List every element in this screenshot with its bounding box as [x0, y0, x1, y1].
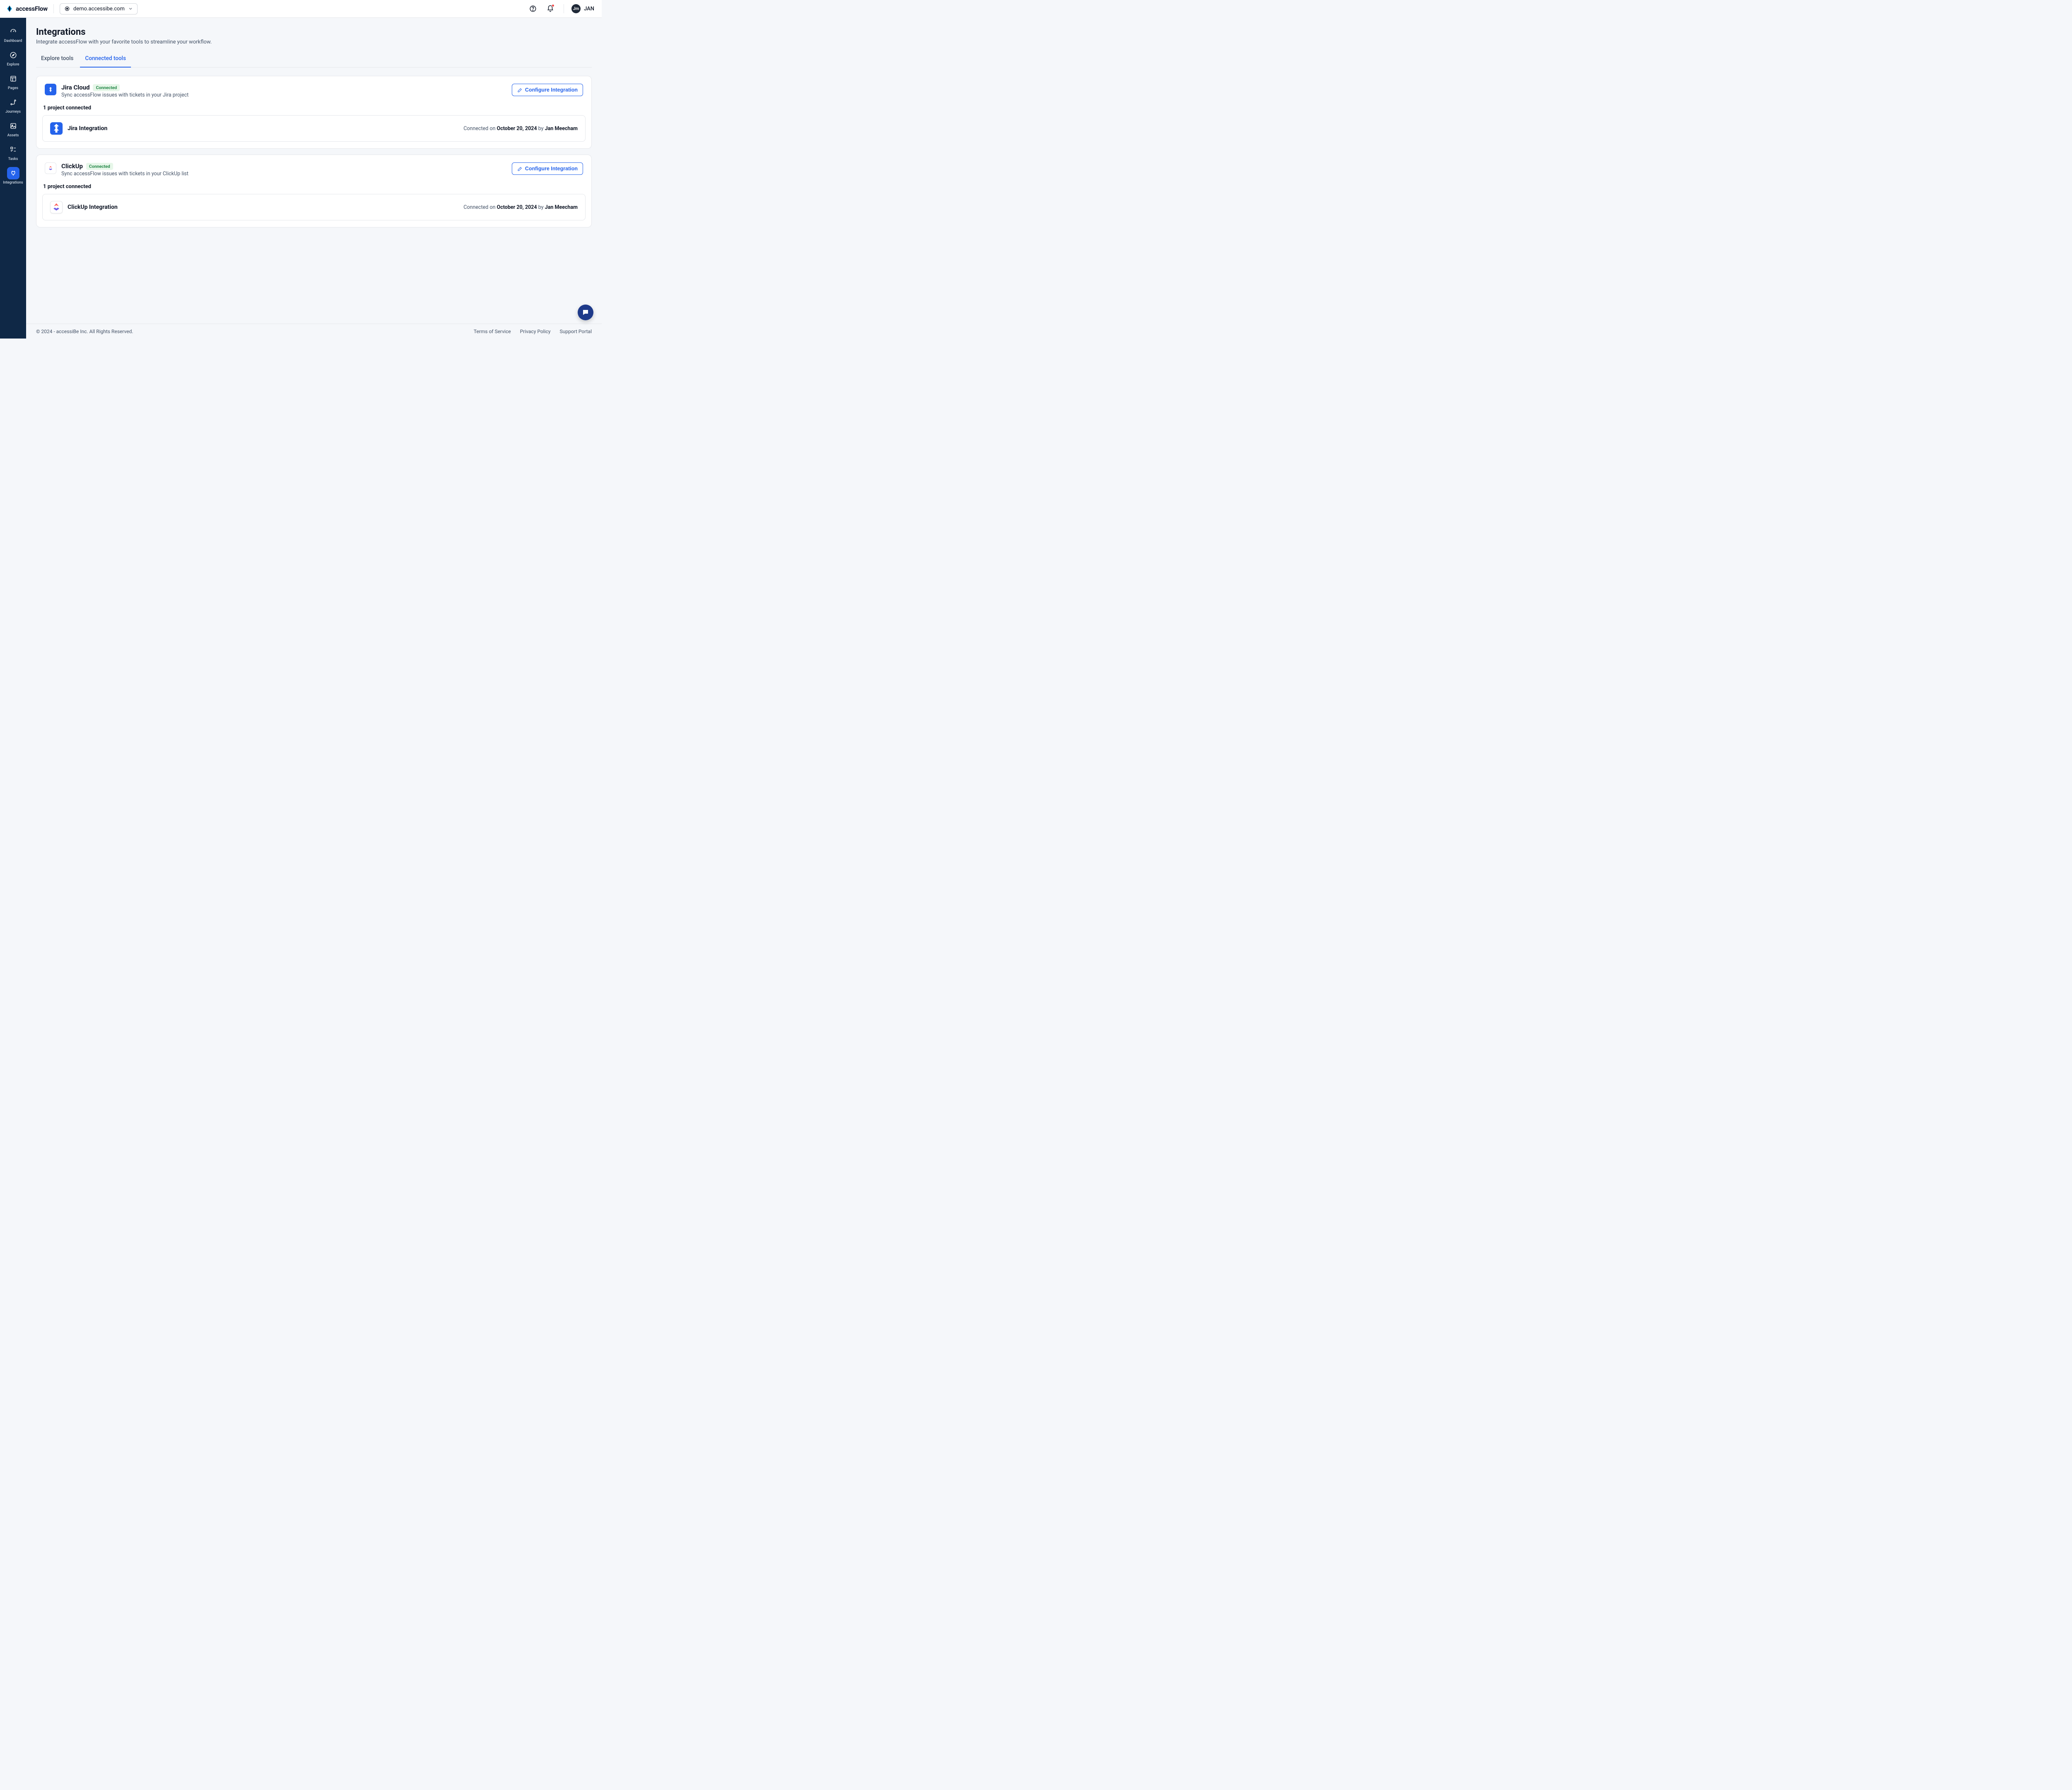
user-name: JAN	[584, 6, 594, 12]
jira-icon	[50, 122, 63, 135]
integration-meta: ClickUp Connected Sync accessFlow issues…	[61, 162, 507, 177]
chat-button[interactable]	[578, 305, 593, 320]
sidebar-item-label: Integrations	[3, 181, 23, 185]
chevron-down-icon	[128, 6, 133, 11]
tab-connected-tools[interactable]: Connected tools	[80, 51, 131, 68]
integration-description: Sync accessFlow issues with tickets in y…	[61, 171, 507, 177]
sidebar-item-label: Explore	[7, 63, 19, 67]
page-title: Integrations	[36, 27, 592, 37]
page-body: Integrations Integrate accessFlow with y…	[26, 18, 602, 324]
card-header: Jira Cloud Connected Sync accessFlow iss…	[42, 84, 586, 98]
integration-meta: Jira Cloud Connected Sync accessFlow iss…	[61, 84, 507, 98]
tab-explore-tools[interactable]: Explore tools	[36, 51, 78, 68]
sidebar-item-integrations[interactable]: Integrations	[2, 164, 24, 187]
notifications-button[interactable]	[545, 3, 556, 15]
button-label: Configure Integration	[525, 87, 578, 93]
sidebar: Dashboard Explore Pages Journeys Assets …	[0, 18, 26, 339]
sidebar-item-journeys[interactable]: Journeys	[2, 94, 24, 116]
jira-icon	[45, 84, 56, 95]
pencil-icon	[517, 166, 523, 172]
app-header: accessFlow demo.accessibe.com J	[0, 0, 602, 18]
divider	[53, 4, 54, 13]
project-row[interactable]: Jira Integration Connected on October 20…	[42, 115, 586, 142]
footer-links: Terms of Service Privacy Policy Support …	[474, 329, 592, 334]
copyright: © 2024 - accessiBe Inc. All Rights Reser…	[36, 329, 133, 334]
integration-title: ClickUp	[61, 162, 83, 170]
link-terms[interactable]: Terms of Service	[474, 329, 511, 334]
plug-icon	[7, 167, 19, 179]
button-label: Configure Integration	[525, 166, 578, 172]
project-meta: Connected on October 20, 2024 by Jan Mee…	[463, 126, 578, 132]
chat-icon	[582, 309, 589, 316]
project-name: Jira Integration	[68, 125, 458, 132]
header-right: Jm JAN	[527, 3, 596, 15]
notification-dot	[552, 4, 554, 7]
clickup-icon	[45, 162, 56, 174]
sidebar-item-dashboard[interactable]: Dashboard	[2, 23, 24, 46]
route-icon	[7, 96, 19, 109]
help-icon	[529, 5, 537, 12]
layout-icon	[7, 73, 19, 85]
status-badge: Connected	[86, 163, 113, 170]
user-menu[interactable]: Jm JAN	[571, 4, 596, 13]
integration-title: Jira Cloud	[61, 84, 90, 91]
main-content: Integrations Integrate accessFlow with y…	[26, 18, 602, 339]
card-header: ClickUp Connected Sync accessFlow issues…	[42, 162, 586, 177]
project-row[interactable]: ClickUp Integration Connected on October…	[42, 194, 586, 220]
sidebar-item-explore[interactable]: Explore	[2, 46, 24, 69]
target-icon	[64, 6, 70, 12]
site-selector[interactable]: demo.accessibe.com	[60, 3, 138, 15]
help-button[interactable]	[527, 3, 539, 15]
integration-card-jira: Jira Cloud Connected Sync accessFlow iss…	[36, 76, 592, 149]
configure-integration-button[interactable]: Configure Integration	[512, 84, 583, 96]
project-count: 1 project connected	[42, 184, 586, 190]
sidebar-item-label: Pages	[8, 86, 18, 90]
project-meta: Connected on October 20, 2024 by Jan Mee…	[463, 204, 578, 210]
gauge-icon	[7, 25, 19, 38]
clickup-icon	[50, 201, 63, 213]
sidebar-item-label: Journeys	[5, 110, 21, 114]
sidebar-item-assets[interactable]: Assets	[2, 117, 24, 140]
image-icon	[7, 120, 19, 132]
tabs: Explore tools Connected tools	[36, 51, 592, 68]
compass-icon	[7, 49, 19, 61]
project-name: ClickUp Integration	[68, 204, 458, 210]
logo[interactable]: accessFlow	[6, 5, 48, 12]
link-privacy[interactable]: Privacy Policy	[520, 329, 551, 334]
integration-description: Sync accessFlow issues with tickets in y…	[61, 92, 507, 98]
project-count: 1 project connected	[42, 105, 586, 111]
link-support[interactable]: Support Portal	[560, 329, 592, 334]
site-text: demo.accessibe.com	[73, 6, 125, 12]
sidebar-item-tasks[interactable]: Tasks	[2, 141, 24, 164]
integration-card-clickup: ClickUp Connected Sync accessFlow issues…	[36, 155, 592, 227]
footer: © 2024 - accessiBe Inc. All Rights Reser…	[26, 324, 602, 339]
configure-integration-button[interactable]: Configure Integration	[512, 162, 583, 175]
logo-text: accessFlow	[16, 5, 48, 12]
sidebar-item-label: Assets	[7, 133, 19, 138]
status-badge: Connected	[93, 84, 120, 91]
sidebar-item-pages[interactable]: Pages	[2, 70, 24, 93]
avatar: Jm	[571, 4, 581, 13]
sidebar-item-label: Tasks	[8, 157, 18, 161]
pencil-icon	[517, 87, 523, 93]
logo-icon	[6, 5, 13, 12]
page-subtitle: Integrate accessFlow with your favorite …	[36, 39, 592, 45]
checklist-icon	[7, 143, 19, 156]
sidebar-item-label: Dashboard	[4, 39, 22, 43]
